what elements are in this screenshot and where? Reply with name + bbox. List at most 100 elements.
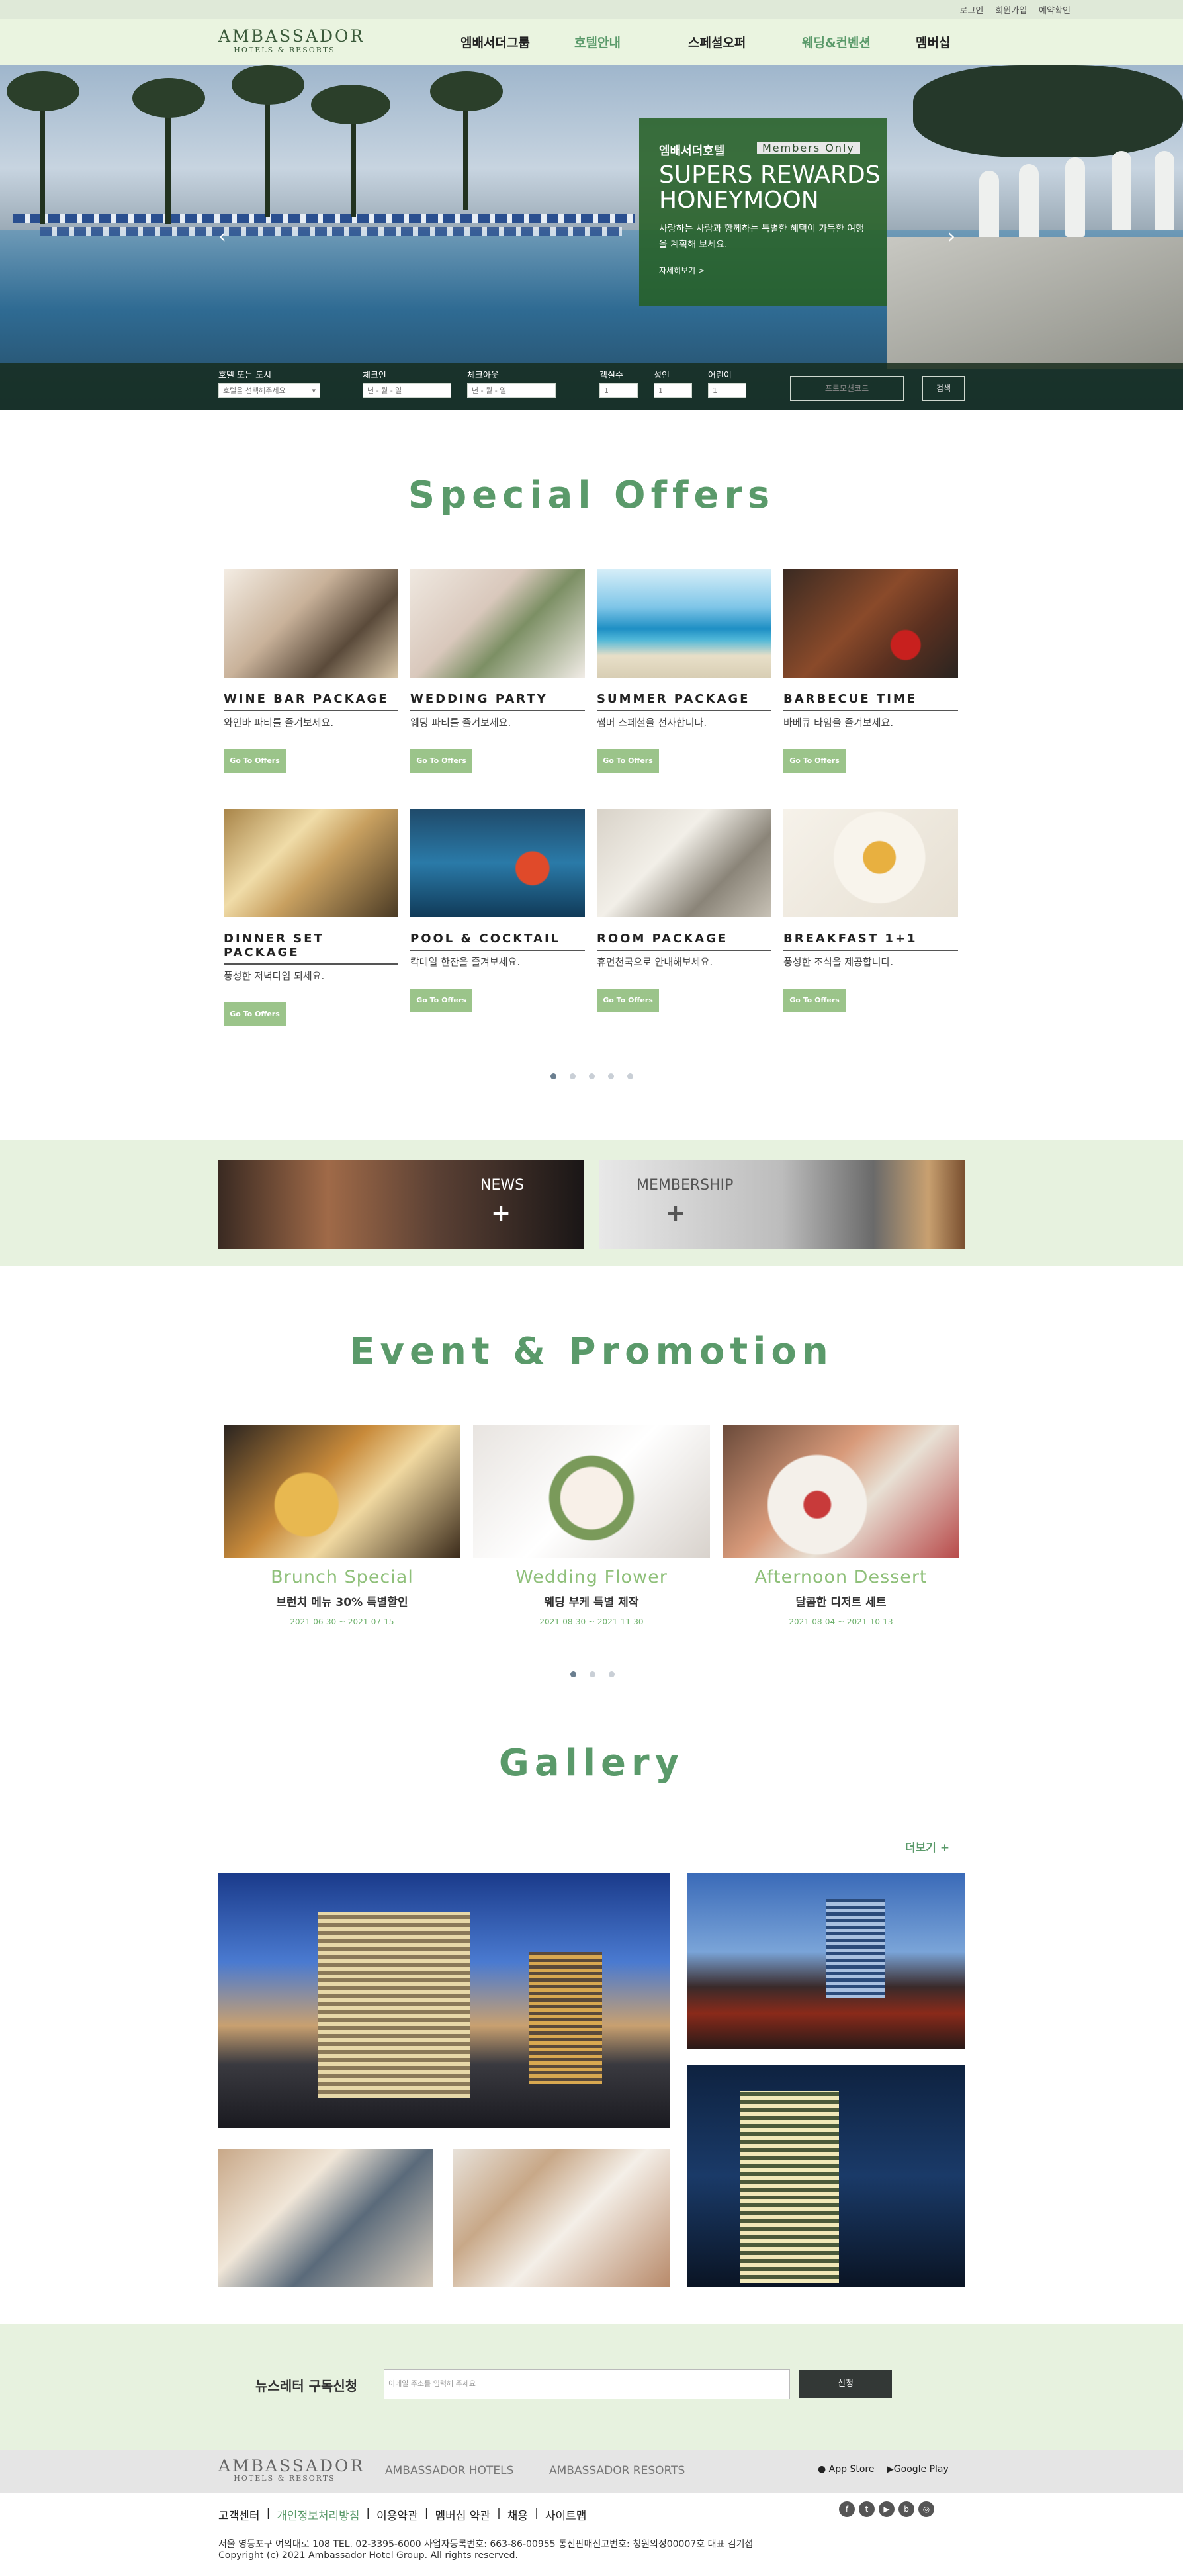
rooms-field: 객실수 1 — [599, 368, 638, 398]
footer-link-membership-terms[interactable]: 멤버십 약관 — [435, 2507, 490, 2523]
hotel-field: 호텔 또는 도시 호텔을 선택해주세요 ▾ — [218, 368, 320, 398]
pager-dot[interactable] — [550, 1073, 556, 1079]
offer-image-breakfast[interactable] — [783, 809, 958, 917]
gallery-image-hotel-night[interactable] — [218, 1873, 670, 2128]
newsletter-email-input[interactable]: 이메일 주소를 입력해 주세요 — [384, 2369, 790, 2399]
go-to-offers-button[interactable]: Go To Offers — [783, 989, 846, 1012]
go-to-offers-button[interactable]: Go To Offers — [410, 749, 472, 773]
footer-link-careers[interactable]: 채용 — [507, 2507, 528, 2523]
promo-code-input[interactable]: 프로모션코드 — [790, 376, 904, 401]
event-image-dessert[interactable] — [723, 1425, 959, 1558]
site-logo[interactable]: AMBASSADOR HOTELS & RESORTS — [218, 27, 363, 57]
twitter-icon[interactable]: t — [859, 2501, 875, 2517]
nav-item-group[interactable]: 엠배서더그룹 — [460, 33, 574, 51]
hotel-select[interactable]: 호텔을 선택해주세요 ▾ — [218, 383, 320, 398]
newsletter-submit-button[interactable]: 신청 — [799, 2370, 892, 2398]
offer-card: WEDDING PARTY 웨딩 파티를 즐겨보세요. Go To Offers — [410, 569, 585, 773]
offer-image-barbecue[interactable] — [783, 569, 958, 678]
checkout-input[interactable]: 년 - 월 - 일 — [467, 383, 556, 398]
adult-label: 성인 — [654, 371, 670, 380]
main-nav: 엠배서더그룹 호텔안내 스페셜오퍼 웨딩&컨벤션 멤버십 — [460, 33, 1030, 51]
event-image-brunch[interactable] — [224, 1425, 460, 1558]
search-button[interactable]: 검색 — [922, 376, 965, 401]
event-date: 2021-08-30 ~ 2021-11-30 — [539, 1617, 644, 1626]
reservation-check-link[interactable]: 예약확인 — [1039, 3, 1071, 16]
gallery-title: Gallery — [498, 1742, 685, 1785]
adult-input[interactable]: 1 — [654, 383, 692, 398]
pager-dot[interactable] — [627, 1073, 633, 1079]
signup-link[interactable]: 회원가입 — [995, 3, 1027, 16]
pager-dot[interactable] — [590, 1671, 595, 1677]
event-subtitle: 브런치 메뉴 30% 특별할인 — [276, 1596, 408, 1609]
pager-dot[interactable] — [608, 1073, 614, 1079]
go-to-offers-button[interactable]: Go To Offers — [597, 989, 659, 1012]
event-image-wedding[interactable] — [473, 1425, 710, 1558]
promo-band — [0, 1140, 1183, 1266]
go-to-offers-button[interactable]: Go To Offers — [410, 989, 472, 1012]
footer-separator: | — [497, 2507, 501, 2520]
footer-logo-line2: HOTELS & RESORTS — [234, 2474, 335, 2483]
checkin-field: 체크인 년 - 월 - 일 — [363, 368, 451, 398]
news-banner[interactable]: NEWS + — [218, 1160, 584, 1249]
footer-links: 고객센터 | 개인정보처리방침 | 이용약관 | 멤버십 약관 | 채용 | 사이트맵 — [218, 2507, 586, 2523]
hero-next-arrow[interactable]: › — [947, 225, 955, 248]
hotel-select-value: 호텔을 선택해주세요 — [223, 386, 286, 395]
facebook-icon[interactable]: f — [839, 2501, 855, 2517]
login-link[interactable]: 로그인 — [959, 3, 983, 16]
go-to-offers-button[interactable]: Go To Offers — [783, 749, 846, 773]
footer-link-privacy[interactable]: 개인정보처리방침 — [277, 2507, 359, 2523]
event-title: Brunch Special — [271, 1567, 414, 1587]
offer-image-wine[interactable] — [224, 569, 398, 678]
footer-logo[interactable]: AMBASSADOR HOTELS & RESORTS — [218, 2457, 363, 2483]
nav-item-special-offers[interactable]: 스페셜오퍼 — [688, 33, 802, 51]
offer-desc: 풍성한 조식을 제공합니다. — [783, 956, 894, 968]
footer-link-terms[interactable]: 이용약관 — [376, 2507, 418, 2523]
offer-card: SUMMER PACKAGE 썸머 스페셜을 선사합니다. Go To Offe… — [597, 569, 771, 773]
pager-dot[interactable] — [609, 1671, 615, 1677]
footer-link-resorts[interactable]: AMBASSADOR RESORTS — [549, 2464, 685, 2477]
blog-icon[interactable]: b — [898, 2501, 914, 2517]
go-to-offers-button[interactable]: Go To Offers — [224, 749, 286, 773]
pager-dot[interactable] — [570, 1073, 576, 1079]
checkin-input[interactable]: 년 - 월 - 일 — [363, 383, 451, 398]
offer-card: DINNER SET PACKAGE 풍성한 저녁타임 되세요. Go To O… — [224, 809, 398, 1026]
offer-image-dinner[interactable] — [224, 809, 398, 917]
membership-banner[interactable]: MEMBERSHIP + — [599, 1160, 965, 1249]
offer-image-room[interactable] — [597, 809, 771, 917]
footer-link-customer-center[interactable]: 고객센터 — [218, 2507, 260, 2523]
go-to-offers-button[interactable]: Go To Offers — [597, 749, 659, 773]
nav-item-membership[interactable]: 멤버십 — [916, 33, 1030, 51]
nav-item-hotel-info[interactable]: 호텔안내 — [574, 33, 688, 51]
event-card: Wedding Flower 웨딩 부케 특별 제작 2021-08-30 ~ … — [473, 1425, 710, 1626]
gallery-image-novotel[interactable] — [687, 2065, 965, 2287]
youtube-icon[interactable]: ▶ — [879, 2501, 895, 2517]
nav-item-wedding[interactable]: 웨딩&컨벤션 — [802, 33, 916, 51]
footer-copyright: Copyright (c) 2021 Ambassador Hotel Grou… — [218, 2550, 518, 2561]
footer-separator: | — [535, 2507, 539, 2520]
gallery-image-lounge[interactable] — [453, 2149, 670, 2287]
google-play-link[interactable]: ▶Google Play — [887, 2464, 949, 2475]
gallery-image-building-dusk[interactable] — [687, 1873, 965, 2049]
offer-name: WEDDING PARTY — [410, 692, 585, 711]
footer-link-hotels[interactable]: AMBASSADOR HOTELS — [385, 2464, 513, 2477]
pager-dot[interactable] — [570, 1671, 576, 1677]
child-input[interactable]: 1 — [708, 383, 746, 398]
event-card: Afternoon Dessert 달콤한 디저트 세트 2021-08-04 … — [723, 1425, 959, 1626]
membership-label: MEMBERSHIP — [636, 1177, 734, 1194]
offer-image-wedding[interactable] — [410, 569, 585, 678]
footer-link-sitemap[interactable]: 사이트맵 — [545, 2507, 587, 2523]
gallery-image-suite[interactable] — [218, 2149, 433, 2287]
hero-prev-arrow[interactable]: ‹ — [218, 225, 226, 248]
promo-more-link[interactable]: 자세히보기 > — [659, 265, 705, 276]
app-store-link[interactable]: ● App Store — [818, 2464, 874, 2475]
instagram-icon[interactable]: ◎ — [918, 2501, 934, 2517]
offer-image-pool[interactable] — [410, 809, 585, 917]
gallery-more-link[interactable]: 더보기 + — [905, 1838, 949, 1855]
offer-name: POOL & COCKTAIL — [410, 932, 585, 951]
offer-image-summer[interactable] — [597, 569, 771, 678]
rooms-input[interactable]: 1 — [599, 383, 638, 398]
pager-dot[interactable] — [589, 1073, 595, 1079]
child-label: 어린이 — [708, 371, 732, 380]
hero-banner — [0, 65, 1183, 410]
go-to-offers-button[interactable]: Go To Offers — [224, 1002, 286, 1026]
